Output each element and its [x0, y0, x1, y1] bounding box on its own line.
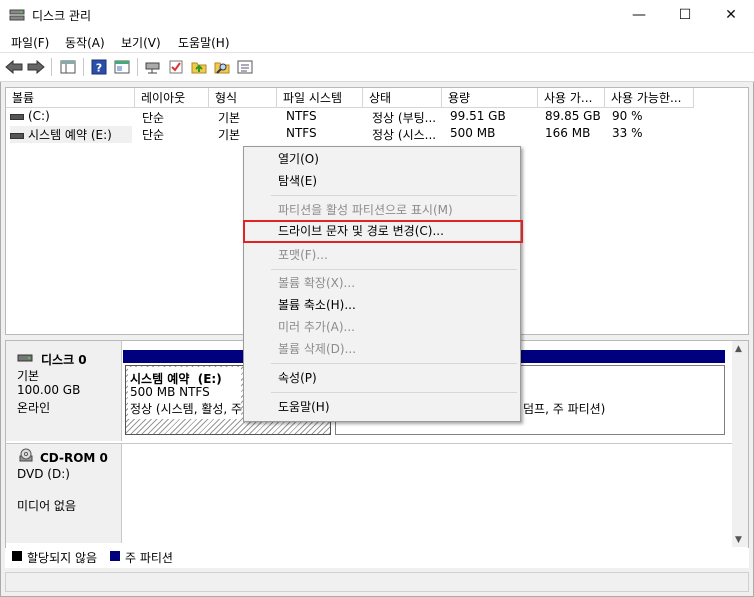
disk-0-name: 디스크 0 [41, 353, 87, 367]
status-bar [5, 572, 749, 592]
volume-layout: 단순 [142, 111, 165, 125]
menu-view[interactable]: 보기(V) [121, 34, 161, 51]
legend-unallocated-swatch [12, 551, 22, 561]
table-row[interactable]: (C:) [10, 109, 130, 123]
legend-primary-label: 주 파티션 [125, 551, 173, 565]
volume-capacity: 99.51 GB [450, 109, 506, 123]
menu-separator [271, 363, 517, 364]
toolbar-separator [83, 58, 84, 76]
menu-item-help[interactable]: 도움말(H) [278, 397, 330, 417]
partition-status: 정상 (시스템, 활성, 주 [130, 402, 242, 416]
menu-separator [271, 269, 517, 270]
volume-percent-free: 90 % [612, 109, 643, 123]
menu-file[interactable]: 파일(F) [11, 34, 49, 51]
volume-icon [10, 113, 24, 120]
column-header-free[interactable]: 사용 가... [538, 88, 605, 108]
volume-free: 166 MB [545, 126, 591, 140]
scroll-up-icon[interactable]: ▲ [735, 344, 742, 354]
svg-text:?: ? [96, 62, 102, 75]
menu-item-open[interactable]: 열기(O) [278, 149, 319, 169]
cdrom-0-kind: DVD (D:) [17, 467, 70, 481]
toolbar-separator [51, 58, 52, 76]
column-header-status[interactable]: 상태 [363, 88, 442, 108]
volume-name: (C:) [28, 109, 50, 123]
menu-item-format[interactable]: 포맷(F)... [278, 245, 328, 265]
volume-fs: NTFS [286, 109, 317, 123]
column-header-layout[interactable]: 레이아웃 [135, 88, 209, 108]
menu-item-explore[interactable]: 탐색(E) [278, 171, 317, 191]
menu-item-properties[interactable]: 속성(P) [278, 368, 317, 388]
disk-divider [5, 443, 732, 444]
partition-c-status: 덤프, 주 파티션) [523, 402, 606, 416]
volume-status: 정상 (시스... [372, 128, 437, 142]
scroll-down-icon[interactable]: ▼ [735, 535, 742, 545]
column-header-capacity[interactable]: 용량 [442, 88, 538, 108]
menu-action[interactable]: 동작(A) [65, 34, 105, 51]
window-title: 디스크 관리 [32, 9, 92, 23]
vertical-scrollbar[interactable] [732, 341, 748, 547]
volume-type: 기본 [218, 111, 241, 125]
connect-icon[interactable] [143, 57, 163, 77]
volume-name: 시스템 예약 (E:) [28, 128, 112, 142]
legend-unallocated-label: 할당되지 않음 [27, 551, 98, 565]
close-button[interactable]: ✕ [708, 0, 754, 30]
forward-icon[interactable] [26, 57, 46, 77]
volume-capacity: 500 MB [450, 126, 496, 140]
settings-icon[interactable] [235, 57, 255, 77]
menu-item-extend-volume[interactable]: 볼륨 확장(X)... [278, 273, 355, 293]
menu-bar [0, 30, 754, 52]
column-header-filesystem[interactable]: 파일 시스템 [277, 88, 363, 108]
volume-icon [10, 132, 24, 139]
cdrom-0-name: CD-ROM 0 [40, 451, 108, 465]
properties-icon[interactable] [112, 57, 132, 77]
menu-item-shrink-volume[interactable]: 볼륨 축소(H)... [278, 295, 356, 315]
help-icon[interactable]: ? [89, 57, 109, 77]
menu-help[interactable]: 도움말(H) [178, 34, 230, 51]
cdrom-icon [18, 448, 34, 467]
partition-size: 500 MB NTFS [130, 385, 210, 399]
menu-item-mark-active[interactable]: 파티션을 활성 파티션으로 표시(M) [278, 200, 453, 220]
folder-up-icon[interactable] [189, 57, 209, 77]
volume-status: 정상 (부팅... [372, 111, 437, 125]
disk-0-kind: 기본 [17, 369, 40, 383]
cdrom-0-state: 미디어 없음 [17, 499, 77, 513]
column-header-percent-free[interactable]: 사용 가능한... [605, 88, 694, 108]
menu-item-delete-volume[interactable]: 볼륨 삭제(D)... [278, 339, 356, 359]
menu-item-add-mirror[interactable]: 미러 추가(A)... [278, 317, 355, 337]
column-header-volume[interactable]: 볼륨 [6, 88, 135, 108]
volume-type: 기본 [218, 128, 241, 142]
column-header-type[interactable]: 형식 [209, 88, 277, 108]
hard-disk-icon [17, 352, 33, 366]
menu-separator [271, 392, 517, 393]
legend-primary-swatch [110, 551, 120, 561]
volume-free: 89.85 GB [545, 109, 601, 123]
table-row-selected[interactable]: 시스템 예약 (E:) [10, 126, 132, 143]
disk-management-icon [9, 8, 25, 22]
console-tree-icon[interactable] [58, 57, 78, 77]
search-icon[interactable] [212, 57, 232, 77]
check-icon[interactable] [166, 57, 186, 77]
disk-0-state: 온라인 [17, 401, 51, 415]
volume-percent-free: 33 % [612, 126, 643, 140]
menu-item-change-drive-letter[interactable]: 드라이브 문자 및 경로 변경(C)... [278, 221, 444, 241]
volume-fs: NTFS [286, 126, 317, 140]
volume-layout: 단순 [142, 128, 165, 142]
menu-separator [271, 195, 517, 196]
back-icon[interactable] [4, 57, 24, 77]
minimize-button[interactable]: — [616, 0, 662, 30]
disk-0-size: 100.00 GB [17, 383, 81, 397]
maximize-button[interactable]: ☐ [662, 0, 708, 30]
toolbar-separator [137, 58, 138, 76]
